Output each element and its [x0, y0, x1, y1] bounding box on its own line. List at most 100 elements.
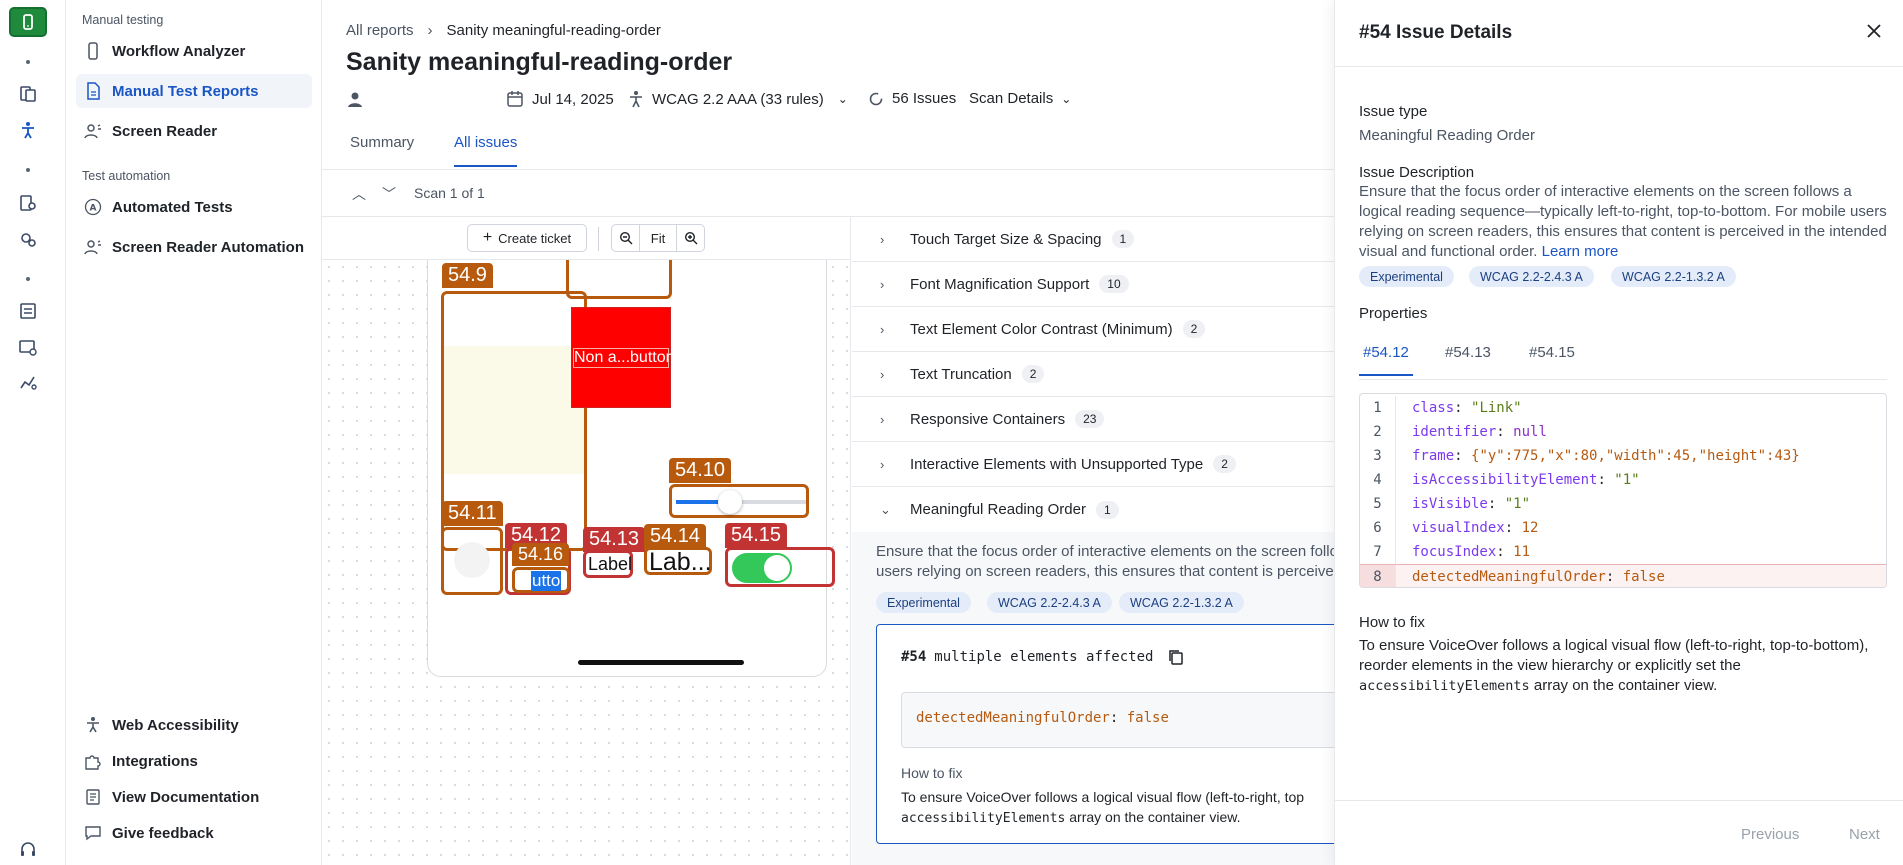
- sidebar-item-label: View Documentation: [112, 788, 260, 806]
- code-line: 5 isVisible: "1": [1360, 492, 1886, 516]
- sidebar-item-label: Manual Test Reports: [112, 82, 259, 100]
- accessibility-icon: [630, 91, 642, 108]
- card-header: #54 multiple elements affected: [901, 648, 1185, 666]
- previous-button[interactable]: Previous: [1741, 826, 1799, 843]
- chevron-down-icon[interactable]: ﹀: [382, 184, 396, 204]
- issue-group-expanded[interactable]: ⌄ Meaningful Reading Order 1: [852, 487, 1334, 532]
- report-meta: Jul 14, 2025 WCAG 2.2 AAA (33 rules) ⌄ 5…: [346, 90, 1326, 112]
- fit-button[interactable]: Fit: [640, 231, 676, 246]
- checklist-icon[interactable]: [18, 301, 38, 321]
- label-box[interactable]: Lab...: [644, 547, 712, 576]
- sidebar-item-manual-test-reports[interactable]: Manual Test Reports: [76, 74, 312, 108]
- tag-experimental: Experimental: [876, 592, 971, 613]
- tab-all-issues[interactable]: All issues: [454, 134, 518, 167]
- label-text: Label: [588, 554, 633, 574]
- fix-line: To ensure VoiceOver follows a logical vi…: [1359, 637, 1869, 654]
- learn-more-link[interactable]: Learn more: [1542, 243, 1619, 260]
- copy-icon[interactable]: [1167, 648, 1185, 666]
- issue-group[interactable]: › Font Magnification Support 10: [852, 262, 1334, 307]
- next-button[interactable]: Next: [1849, 826, 1880, 843]
- feedback-icon: [85, 826, 101, 841]
- issue-card[interactable]: #54 multiple elements affected detectedM…: [876, 624, 1334, 844]
- issue-details-panel: #54 Issue Details Issue type Meaningful …: [1334, 0, 1903, 865]
- toggle-switch[interactable]: [732, 553, 792, 583]
- howto-code: accessibilityElements: [901, 811, 1066, 826]
- issue-group-name: Touch Target Size & Spacing: [910, 230, 1102, 248]
- tab-54-12[interactable]: #54.12: [1359, 344, 1413, 376]
- create-ticket-button[interactable]: + Create ticket: [467, 224, 587, 252]
- label-box[interactable]: Label: [583, 550, 633, 578]
- code-line: 2 identifier: null: [1360, 420, 1886, 444]
- code-line: 7 focusIndex: 11: [1360, 540, 1886, 564]
- sidebar-item-screen-reader[interactable]: Screen Reader: [76, 114, 312, 148]
- screen-check-icon[interactable]: [18, 337, 38, 357]
- calendar-icon: [507, 91, 523, 107]
- issue-group-name: Interactive Elements with Unsupported Ty…: [910, 455, 1204, 473]
- close-icon[interactable]: [1865, 22, 1883, 45]
- sidebar-item-workflow-analyzer[interactable]: Workflow Analyzer: [76, 34, 312, 68]
- tab-54-13[interactable]: #54.13: [1445, 344, 1491, 361]
- reports-icon[interactable]: [18, 84, 38, 104]
- tab-54-15[interactable]: #54.15: [1529, 344, 1575, 361]
- tab-summary[interactable]: Summary: [350, 134, 414, 165]
- chevron-up-icon[interactable]: ︿: [352, 184, 366, 204]
- issue-count-badge: 10: [1099, 275, 1129, 293]
- issue-description: Ensure that the focus order of interacti…: [876, 542, 1334, 582]
- issues-count-text: 56 Issues: [892, 90, 957, 107]
- support-headset-icon[interactable]: [18, 840, 38, 860]
- issue-group[interactable]: › Text Element Color Contrast (Minimum) 2: [852, 307, 1334, 352]
- settings-gears-icon[interactable]: [18, 229, 38, 249]
- code-key: frame: [1412, 448, 1455, 464]
- properties-tabs: #54.12 #54.13 #54.15: [1359, 338, 1887, 380]
- sidebar-item-automated-tests[interactable]: A Automated Tests: [76, 190, 312, 224]
- code-line-highlighted: 8 detectedMeaningfulOrder: false: [1360, 564, 1886, 587]
- accessibility-icon[interactable]: [18, 120, 38, 140]
- user-icon[interactable]: [346, 90, 364, 108]
- device-screenshot: Non a...button 54.9 54.10 54.11 54.12 ut…: [427, 260, 835, 677]
- sidebar-item-screen-reader-automation[interactable]: Screen Reader Automation: [76, 230, 312, 264]
- issue-group-name: Font Magnification Support: [910, 275, 1090, 293]
- standard-select[interactable]: WCAG 2.2 AAA (33 rules) ⌄: [628, 90, 848, 108]
- line-number: 2: [1360, 420, 1396, 444]
- issue-group[interactable]: › Responsive Containers 23: [852, 397, 1334, 442]
- line-number: 1: [1360, 396, 1396, 420]
- breadcrumb-all-reports[interactable]: All reports: [346, 22, 414, 39]
- code-value: {"y":775,"x":80,"width":45,"height":43}: [1471, 448, 1800, 464]
- breadcrumb-current: Sanity meaningful-reading-order: [446, 22, 661, 39]
- issue-group[interactable]: › Interactive Elements with Unsupported T…: [852, 442, 1334, 487]
- slider-box[interactable]: [669, 484, 809, 518]
- expanded-issue-body: Ensure that the focus order of interacti…: [852, 532, 1334, 865]
- desc-line: users relying on screen readers, this en…: [876, 563, 1334, 580]
- line-number: 5: [1360, 492, 1396, 516]
- tag-experimental: Experimental: [1359, 266, 1454, 287]
- sidebar-item-label: Workflow Analyzer: [112, 42, 246, 60]
- date-text: Jul 14, 2025: [532, 90, 614, 108]
- overlay-box[interactable]: [441, 527, 503, 595]
- mini-button: utto: [531, 571, 562, 591]
- scan-details-dropdown[interactable]: Scan Details ⌄: [969, 90, 1071, 107]
- zoom-out-icon[interactable]: [612, 225, 640, 251]
- card-code: detectedMeaningfulOrder: false: [901, 692, 1334, 748]
- standard-text: WCAG 2.2 AAA (33 rules): [652, 90, 824, 108]
- sidebar-item-web-accessibility[interactable]: Web Accessibility: [76, 708, 312, 742]
- breadcrumb: All reports › Sanity meaningful-reading-…: [346, 22, 661, 39]
- sidebar-item-view-documentation[interactable]: View Documentation: [76, 780, 312, 814]
- analytics-icon[interactable]: [18, 372, 38, 392]
- issue-group[interactable]: › Text Truncation 2: [852, 352, 1334, 397]
- issue-group[interactable]: › Touch Target Size & Spacing 1: [852, 217, 1334, 262]
- main-content: All reports › Sanity meaningful-reading-…: [322, 0, 1334, 865]
- speaking-person-icon: [84, 124, 101, 139]
- issue-description-body: Ensure that the focus order of interacti…: [1359, 183, 1887, 260]
- sidebar-item-integrations[interactable]: Integrations: [76, 744, 312, 778]
- slider-thumb[interactable]: [718, 490, 742, 514]
- toggle-box[interactable]: [725, 547, 835, 587]
- sidebar-item-label: Automated Tests: [112, 198, 233, 216]
- screenshot-canvas[interactable]: Non a...button 54.9 54.10 54.11 54.12 ut…: [322, 260, 851, 865]
- zoom-in-icon[interactable]: [676, 225, 704, 251]
- sidebar-item-give-feedback[interactable]: Give feedback: [76, 816, 312, 850]
- overlay-label: 54.16: [512, 543, 570, 566]
- app-logo-icon[interactable]: [9, 7, 47, 37]
- round-element: [454, 542, 490, 578]
- button-box[interactable]: utto: [512, 567, 570, 593]
- automation-icon[interactable]: [18, 193, 38, 213]
